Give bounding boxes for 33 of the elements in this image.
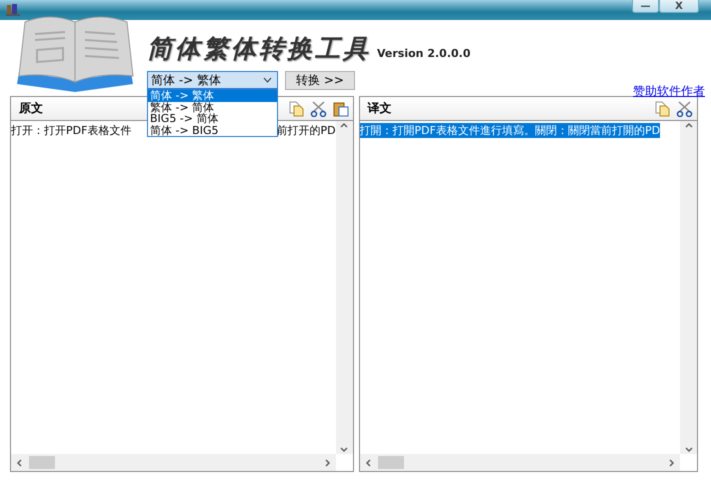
scroll-right-icon[interactable] [324,458,332,466]
panel-title: 译文 [368,100,392,117]
sponsor-link[interactable]: 赞助软件作者 [633,83,705,100]
scroll-up-icon[interactable] [340,121,348,129]
scroll-up-icon[interactable] [684,121,692,129]
editor-text: 前打开的PD [276,123,336,138]
scroll-down-icon[interactable] [340,446,348,454]
scroll-thumb[interactable] [29,456,55,469]
scroll-down-icon[interactable] [684,446,692,454]
scroll-thumb[interactable] [378,456,404,469]
vertical-scrollbar[interactable] [680,121,697,454]
cut-icon[interactable] [676,100,693,116]
editor-text: 打開：打開PDF表格文件進行填寫。關閉：關閉當前打開的PD [360,123,660,138]
horizontal-scrollbar[interactable] [11,454,336,471]
panel-title: 原文 [19,100,43,117]
minimize-button[interactable]: — [632,0,659,13]
editor-text: 打开：打开PDF表格文件 [11,123,132,138]
paste-icon[interactable] [332,100,349,116]
horizontal-scrollbar[interactable] [360,454,680,471]
caret-icon [263,77,272,83]
scroll-left-icon[interactable] [364,458,372,466]
dropdown-option[interactable]: 简体 -> 繁体 [148,90,277,102]
convert-button[interactable]: 转换 >> [285,71,355,90]
vertical-scrollbar[interactable] [336,121,353,454]
app-icon [6,3,20,17]
scroll-left-icon[interactable] [15,458,23,466]
scroll-right-icon[interactable] [668,458,676,466]
copy-icon[interactable] [288,100,304,116]
copy-icon[interactable] [654,100,670,116]
close-button[interactable]: X [659,0,699,13]
cut-icon[interactable] [310,100,327,116]
app-title: 简体繁体转换工具 [147,33,371,65]
version-label: Version 2.0.0.0 [377,47,470,60]
